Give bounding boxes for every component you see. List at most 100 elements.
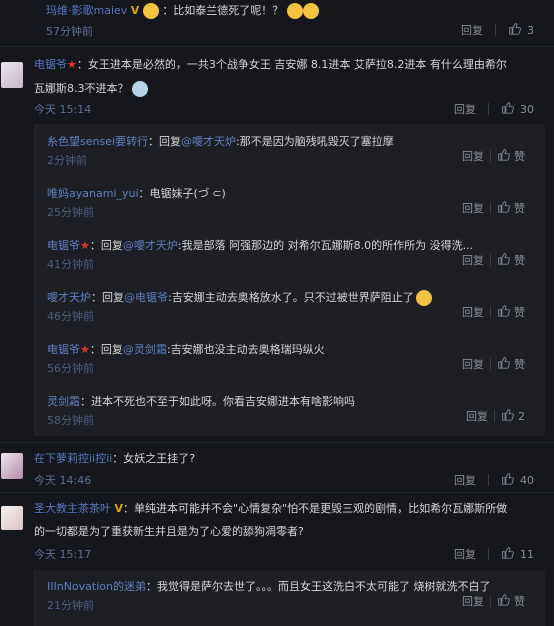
reply-button[interactable]: 回复 xyxy=(466,408,488,424)
star-icon: ★ xyxy=(80,239,90,252)
comment-actions: 回复 11 xyxy=(454,546,534,562)
comment-text: ：单纯进本可能并不会"心情复杂"怕不是更毁三观的剧情，比如希尔瓦娜斯所做 xyxy=(123,502,508,515)
star-icon: ★ xyxy=(67,58,77,71)
like-icon[interactable] xyxy=(501,546,514,562)
comment-text-cont: 的一切都是为了重获新生并且是为了心爱的舔狗凋零者? xyxy=(34,525,304,538)
sub-reply-text: :吉安娜也没主动去奥格瑞玛纵火 xyxy=(166,343,325,356)
comment-text: ：女妖之王挂了? xyxy=(112,452,196,465)
sub-reply-text: :我是部落 阿强那边的 对希尔瓦娜斯8.0的所作所为 没得洗... xyxy=(177,239,474,252)
divider xyxy=(0,442,554,443)
emoji-icon xyxy=(415,290,432,306)
reply-button[interactable]: 回复 xyxy=(462,356,484,372)
vip-badge-icon: V xyxy=(114,502,124,515)
emoji-icon xyxy=(286,3,303,19)
divider xyxy=(490,306,491,318)
emoji-icon xyxy=(132,81,148,97)
sub-reply-text: ：我觉得是萨尔去世了。。。而且女王这洗白不太可能了 烧树就洗不白了 xyxy=(145,580,491,593)
reply-button[interactable]: 回复 xyxy=(462,200,484,216)
reply-button[interactable]: 回复 xyxy=(461,22,483,38)
comment-user[interactable]: 在下萝莉控ii控ii xyxy=(34,452,112,465)
mention-link[interactable]: @灵剑霜 xyxy=(123,343,167,356)
like-icon[interactable] xyxy=(497,200,510,216)
like-count: 40 xyxy=(520,473,534,487)
sub-reply-user[interactable]: 电锯爷 xyxy=(47,343,80,356)
comment-time: 57分钟前 xyxy=(46,25,93,38)
sub-reply-text: :那不是因为脑残吼毁灭了塞拉摩 xyxy=(236,135,394,148)
reply-button[interactable]: 回复 xyxy=(454,101,476,117)
sub-reply-user[interactable]: 灵剑霜 xyxy=(47,395,80,408)
like-count: 3 xyxy=(527,23,534,37)
like-label: 赞 xyxy=(514,254,525,267)
sub-reply-actions: 回复 赞 xyxy=(462,148,525,164)
reply-button[interactable]: 回复 xyxy=(454,472,476,488)
comment-actions: 回复 30 xyxy=(454,101,534,117)
like-icon[interactable] xyxy=(501,101,514,117)
sub-reply-actions: 回复 赞 xyxy=(462,593,525,609)
divider xyxy=(488,103,489,115)
vip-badge-icon: V xyxy=(130,4,140,17)
reply-button[interactable]: 回复 xyxy=(462,304,484,320)
divider xyxy=(490,358,491,370)
like-count: 11 xyxy=(520,547,534,561)
reply-thread: 糸色望sensei要转行：回复@噯才天炉:那不是因为脑残吼毁灭了塞拉摩 2分钟前… xyxy=(34,124,545,436)
comment-time: 今天 14:46 xyxy=(34,474,92,487)
like-count: 2 xyxy=(518,409,525,423)
sub-reply: 电锯爷★：回复@灵剑霜:吉安娜也没主动去奥格瑞玛纵火 56分钟前 回复 赞 xyxy=(47,341,545,381)
like-count: 30 xyxy=(520,102,534,116)
mention-link[interactable]: @噯才天炉 xyxy=(181,135,236,148)
like-icon[interactable] xyxy=(501,408,514,424)
sub-reply-user[interactable]: 唯妈ayanami_yui xyxy=(47,187,139,200)
like-icon[interactable] xyxy=(497,356,510,372)
comment-user[interactable]: 圣大教主茶茶叶 xyxy=(34,502,111,515)
sub-reply-time: 25分钟前 xyxy=(47,206,94,219)
divider xyxy=(488,548,489,560)
sub-reply-actions: 回复 赞 xyxy=(462,356,525,372)
comment-time: 今天 15:14 xyxy=(34,103,92,116)
sub-reply-actions: 回复 赞 xyxy=(462,200,525,216)
mention-link[interactable]: @电锯爷 xyxy=(124,291,168,304)
like-icon[interactable] xyxy=(497,148,510,164)
mention-link[interactable]: @噯才天炉 xyxy=(123,239,178,252)
like-icon[interactable] xyxy=(497,252,510,268)
divider xyxy=(0,492,554,493)
comment-actions: 回复 40 xyxy=(454,472,534,488)
sub-reply-user[interactable]: 噯才天炉 xyxy=(47,291,91,304)
comment-text-cont: 瓦娜斯8.3不进本？ xyxy=(34,82,129,95)
reply-button[interactable]: 回复 xyxy=(462,593,484,609)
reply-button[interactable]: 回复 xyxy=(462,148,484,164)
sub-reply-time: 56分钟前 xyxy=(47,362,94,375)
like-icon[interactable] xyxy=(497,593,510,609)
reply-thread: IIInNovation的迷弟：我觉得是萨尔去世了。。。而且女王这洗白不太可能了… xyxy=(34,570,545,626)
like-icon[interactable] xyxy=(501,472,514,488)
sub-reply-prefix: ：进本不死也不至于如此呀。你看吉安娜进本有啥影响吗 xyxy=(80,395,355,408)
reply-button[interactable]: 回复 xyxy=(454,546,476,562)
emoji-icon xyxy=(142,3,159,19)
divider xyxy=(490,150,491,162)
sub-reply-time: 58分钟前 xyxy=(47,414,94,427)
divider xyxy=(0,46,554,47)
sub-reply-user[interactable]: IIInNovation的迷弟 xyxy=(47,580,146,593)
comment-1: 电锯爷★：女王进本是必然的，一共3个战争女王 吉安娜 8.1进本 艾萨拉8.2进… xyxy=(0,54,554,120)
sub-reply-prefix: ：回复 xyxy=(148,135,182,148)
divider xyxy=(490,202,491,214)
reply-button[interactable]: 回复 xyxy=(462,252,484,268)
sub-reply-text: :吉安娜主动去奥格放水了。只不过被世界萨阻止了 xyxy=(168,291,414,304)
sub-reply-time: 46分钟前 xyxy=(47,310,94,323)
comment-user[interactable]: 电锯爷 xyxy=(34,58,67,71)
sub-reply-time: 21分钟前 xyxy=(47,599,94,612)
sub-reply-actions: 回复 赞 xyxy=(462,252,525,268)
comment-time: 今天 15:17 xyxy=(34,548,92,561)
comment-2: 在下萝莉控ii控ii：女妖之王挂了? 今天 14:46 回复 40 xyxy=(0,446,554,490)
sub-reply-user[interactable]: 糸色望sensei要转行 xyxy=(47,135,148,148)
comment-user[interactable]: 玛维·影歌maiev xyxy=(46,4,127,17)
sub-reply-prefix: ：电锯妹子(つ゚ ⊂) xyxy=(138,187,226,200)
like-icon[interactable] xyxy=(497,304,510,320)
sub-reply-user[interactable]: 电锯爷 xyxy=(47,239,80,252)
sub-reply-prefix: ：回复 xyxy=(89,343,123,356)
like-icon[interactable] xyxy=(508,22,521,38)
sub-reply-actions: 回复 赞 xyxy=(462,304,525,320)
like-label: 赞 xyxy=(514,202,525,215)
sub-reply: 糸色望sensei要转行：回复@噯才天炉:那不是因为脑残吼毁灭了塞拉摩 2分钟前… xyxy=(47,133,545,173)
sub-reply: 电锯爷★：回复@噯才天炉:我是部落 阿强那边的 对希尔瓦娜斯8.0的所作所为 没… xyxy=(47,237,545,277)
comment-text: ：比如泰兰德死了呢！？ xyxy=(162,4,284,17)
